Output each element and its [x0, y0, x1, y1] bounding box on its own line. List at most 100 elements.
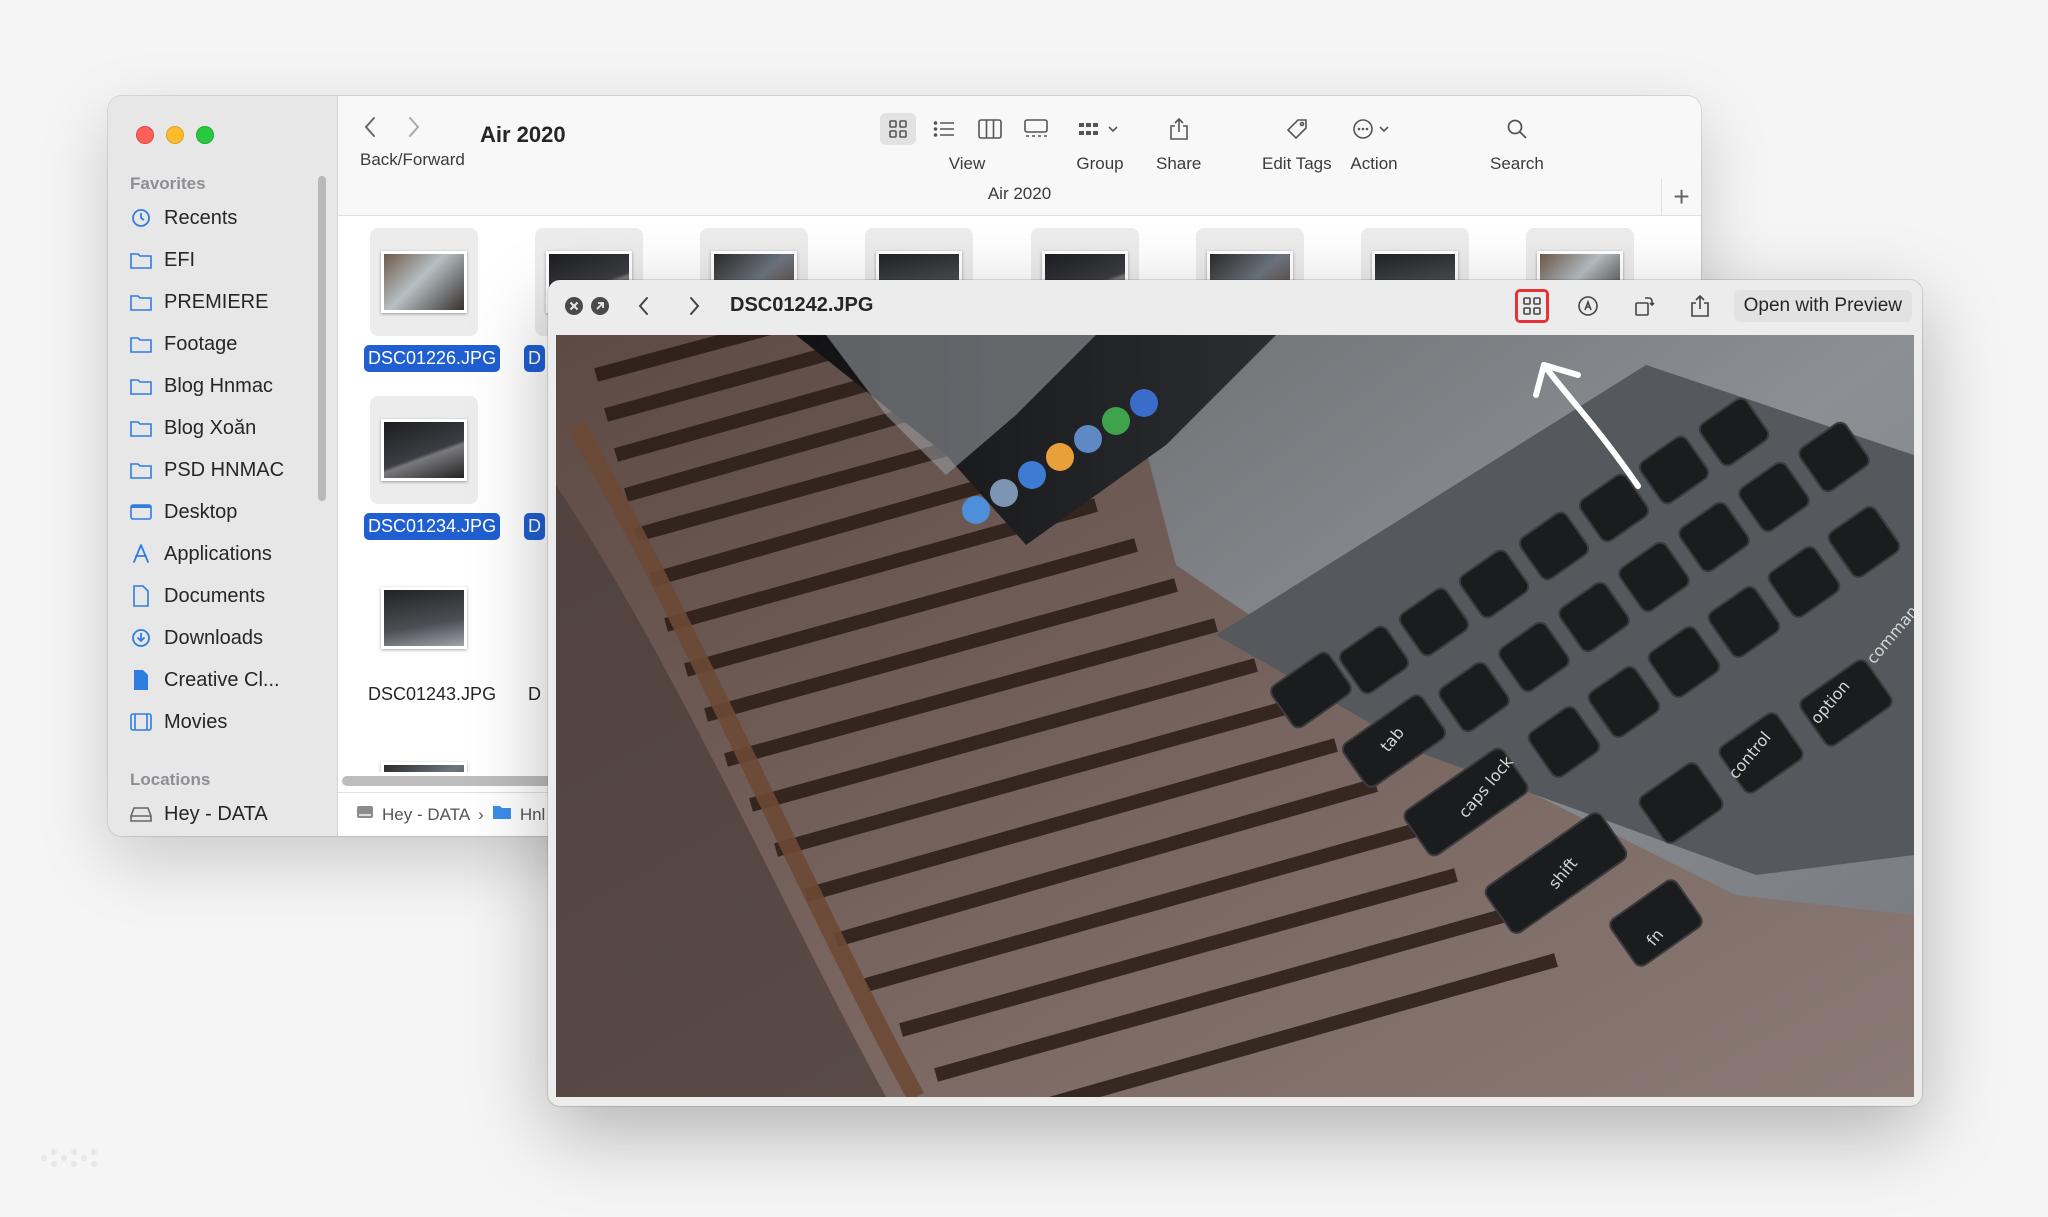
sidebar-item-label: Applications [164, 542, 272, 565]
view-controls: View [880, 112, 1054, 174]
file-thumbnail[interactable] [370, 732, 478, 772]
icon-view-icon[interactable] [880, 113, 916, 145]
preview-image: tab caps lock shift control option comma… [556, 335, 1914, 1097]
forward-chevron-icon[interactable] [404, 114, 424, 148]
file-name[interactable]: DSC01226.JPG [364, 345, 501, 372]
edit-tags-label: Edit Tags [1262, 154, 1332, 173]
plus-icon: + [1673, 181, 1690, 212]
rotate-icon[interactable] [1630, 292, 1658, 320]
sidebar-item-label: Desktop [164, 500, 238, 523]
folder-icon [492, 804, 512, 825]
file-name[interactable]: DSC01234.JPG [364, 513, 501, 540]
desktop-icon [130, 501, 152, 523]
close-icon[interactable] [560, 292, 588, 320]
file-icon [130, 669, 152, 691]
action-button[interactable]: Action [1350, 112, 1398, 174]
file-thumbnail[interactable] [370, 228, 478, 336]
markup-icon[interactable] [1574, 292, 1602, 320]
finder-toolbar: Back/Forward Air 2020 View Group Share E… [338, 96, 1701, 216]
sidebar-item-premiere[interactable]: PREMIERE [130, 282, 325, 322]
favorites-header: Favorites [130, 174, 206, 193]
file-thumbnail[interactable] [370, 564, 478, 672]
action-label: Action [1350, 154, 1398, 173]
gallery-view-icon[interactable] [1018, 113, 1054, 145]
folder-icon [130, 375, 152, 397]
search-button[interactable]: Search [1490, 112, 1544, 174]
document-icon [130, 585, 152, 607]
minimize-window-button[interactable] [166, 126, 184, 144]
sidebar-item-label: Creative Cl... [164, 668, 280, 691]
quicklook-window: DSC01242.JPG Open with Preview tab caps … [548, 280, 1922, 1106]
tag-icon [1279, 113, 1315, 145]
back-forward-controls [360, 114, 424, 148]
sidebar-item-label: PSD HNMAC [164, 458, 285, 481]
sidebar-item-footage[interactable]: Footage [130, 324, 325, 364]
sidebar-item-psd-hnmac[interactable]: PSD HNMAC [130, 450, 325, 490]
window-controls [136, 126, 214, 144]
more-options-icon [1350, 113, 1398, 145]
file-name[interactable]: D [524, 513, 545, 540]
clock-icon [130, 207, 152, 229]
file-thumbnail[interactable] [370, 396, 478, 504]
group-button[interactable]: Group [1074, 112, 1126, 174]
disk-icon [356, 804, 374, 825]
sidebar-item-label: Downloads [164, 626, 263, 649]
previous-chevron-icon[interactable] [630, 292, 658, 320]
path-folder[interactable]: Hnl [520, 805, 546, 825]
sidebar-item-movies[interactable]: Movies [130, 702, 325, 742]
back-forward-label: Back/Forward [360, 150, 465, 169]
sidebar-item-creative-cloud[interactable]: Creative Cl... [130, 660, 325, 700]
film-icon [130, 711, 152, 733]
folder-icon [130, 459, 152, 481]
group-label: Group [1076, 154, 1124, 173]
folder-icon [130, 291, 152, 313]
content-horizontal-scrollbar[interactable] [342, 776, 552, 786]
sidebar-item-label: Documents [164, 584, 266, 607]
next-chevron-icon[interactable] [680, 292, 708, 320]
new-tab-button[interactable]: + [1661, 178, 1701, 216]
sidebar-item-blog-xoan[interactable]: Blog Xoăn [130, 408, 325, 448]
sidebar-scrollbar[interactable] [318, 176, 326, 501]
laptop-photo: tab caps lock shift control option comma… [556, 335, 1914, 1097]
list-view-icon[interactable] [926, 113, 962, 145]
folder-icon [130, 249, 152, 271]
column-view-icon[interactable] [972, 113, 1008, 145]
open-with-preview-button[interactable]: Open with Preview [1733, 290, 1912, 322]
edit-tags-button[interactable]: Edit Tags [1262, 112, 1332, 174]
sidebar: Favorites Recents EFI PREMIERE Footage B… [108, 96, 338, 836]
sidebar-item-documents[interactable]: Documents [130, 576, 325, 616]
share-icon[interactable] [1686, 292, 1714, 320]
sidebar-item-label: Recents [164, 206, 238, 229]
file-name[interactable]: D [524, 345, 545, 372]
sidebar-item-hey-data[interactable]: Hey - DATA [130, 794, 325, 834]
sidebar-item-label: Footage [164, 332, 238, 355]
sidebar-item-label: EFI [164, 248, 196, 271]
disk-icon [130, 803, 152, 825]
back-chevron-icon[interactable] [360, 114, 380, 148]
highlight-box [1515, 289, 1549, 323]
search-label: Search [1490, 154, 1544, 173]
sidebar-item-label: Hey - DATA [164, 802, 268, 825]
search-icon [1499, 113, 1535, 145]
file-name[interactable]: DSC01243.JPG [364, 681, 500, 708]
path-disk[interactable]: Hey - DATA [382, 805, 470, 825]
sidebar-item-efi[interactable]: EFI [130, 240, 325, 280]
close-window-button[interactable] [136, 126, 154, 144]
sidebar-item-label: Blog Xoăn [164, 416, 257, 439]
sidebar-item-downloads[interactable]: Downloads [130, 618, 325, 658]
zoom-window-button[interactable] [196, 126, 214, 144]
sidebar-item-blog-hnmac[interactable]: Blog Hnmac [130, 366, 325, 406]
folder-icon [130, 417, 152, 439]
quicklook-title: DSC01242.JPG [730, 294, 874, 316]
applications-icon [130, 543, 152, 565]
file-name[interactable]: D [524, 681, 545, 708]
sidebar-item-desktop[interactable]: Desktop [130, 492, 325, 532]
group-icon [1074, 113, 1126, 145]
sidebar-item-recents[interactable]: Recents [130, 198, 325, 238]
quicklook-toolbar: DSC01242.JPG Open with Preview [548, 280, 1922, 332]
locations-header: Locations [130, 770, 211, 789]
fullscreen-icon[interactable] [586, 292, 614, 320]
sidebar-item-applications[interactable]: Applications [130, 534, 325, 574]
share-button[interactable]: Share [1156, 112, 1201, 174]
tab-title: Air 2020 [987, 184, 1052, 203]
